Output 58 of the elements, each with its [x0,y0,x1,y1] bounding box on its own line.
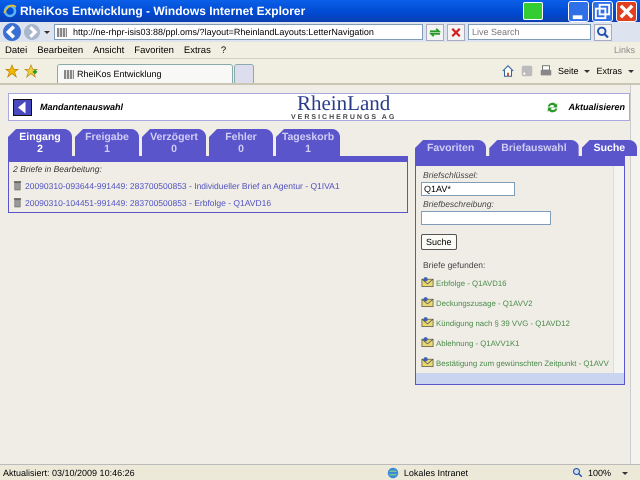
logo-text: RheinLand [296,93,390,114]
menu-item[interactable]: Datei [5,44,28,56]
client-selection-link[interactable]: Mandantenauswahl [40,102,124,112]
links-label[interactable]: Links [614,45,635,55]
page-scrollbar[interactable] [630,85,640,464]
window-title: RheiKos Entwicklung - Windows Internet Explorer [20,4,306,18]
stop-icon[interactable] [447,24,465,40]
zoom-level[interactable]: 100% [588,468,611,478]
panel-tab[interactable]: Briefauswahl [489,140,579,156]
envelope-icon [421,356,434,368]
scrollbar[interactable] [613,166,624,373]
trash-icon [13,180,22,191]
panel-tab[interactable]: Suche [582,140,638,156]
key-label: Briefschlüssel: [423,170,478,180]
inbox-tab[interactable]: Fehler 0 [209,129,273,156]
inbox-tab[interactable]: Eingang 2 [8,129,72,156]
star-icon[interactable] [5,64,19,78]
key-field[interactable]: Q1AV* [421,182,515,196]
home-icon[interactable] [500,64,515,78]
globe-icon [386,466,400,480]
refresh-link[interactable]: Aktualisieren [568,102,625,112]
dropdown-arrow-icon[interactable] [583,67,592,75]
summary-text: 2 Briefe in Bearbeitung: [13,164,103,174]
page-menu[interactable]: Seite [558,66,578,76]
status-text: Aktualisiert: 03/10/2009 10:46:26 [3,468,135,478]
zoom-icon[interactable] [572,466,584,478]
add-favorite-icon[interactable] [24,64,38,78]
refresh-icon[interactable] [426,24,444,40]
envelope-icon [421,316,434,328]
address-field[interactable]: http://ne-rhpr-isis03:88/ppl.oms/?layout=RheinlandLayouts:LetterNavigation [54,24,423,40]
envelope-icon [421,276,434,288]
menu-item[interactable]: Ansicht [93,44,124,56]
search-icon[interactable] [594,24,612,40]
letter-link[interactable]: 20090310-093644-991449: 283700500853 - Individueller Brief an Agentur - Q1IVA1 [25,180,340,190]
browser-logo-icon [3,4,17,18]
description-label: Briefbeschreibung: [423,199,494,209]
menu-item[interactable]: Bearbeiten [37,44,84,56]
menu-item[interactable]: Favoriten [134,44,174,56]
tools-menu[interactable]: Extras [596,66,622,76]
inbox-tab[interactable]: Tageskorb 1 [276,129,340,156]
panel-tab[interactable]: Favoriten [415,140,486,156]
results-label: Briefe gefunden: [423,260,486,270]
description-field[interactable] [421,211,551,225]
dropdown-arrow-icon[interactable] [43,28,51,36]
menu-item[interactable]: Extras [184,44,211,56]
scrollbar[interactable] [416,373,624,384]
letter-link[interactable]: 20090310-104451-991449: 283700500853 - Erbfolge - Q1AVD16 [25,198,272,208]
dropdown-arrow-icon[interactable] [627,67,635,75]
envelope-icon [421,336,434,348]
search-button[interactable]: Suche [421,234,457,250]
inbox-tab[interactable]: Freigabe 1 [75,129,139,156]
menu-item[interactable]: ? [220,44,226,56]
envelope-icon [421,296,434,308]
zone-text: Lokales Intranet [404,468,468,478]
inbox-tab[interactable]: Verzögert 0 [142,129,206,156]
search-field[interactable]: Live Search [468,24,591,40]
browser-tab[interactable]: RheiKos Entwicklung [57,64,233,83]
trash-icon [13,197,22,208]
